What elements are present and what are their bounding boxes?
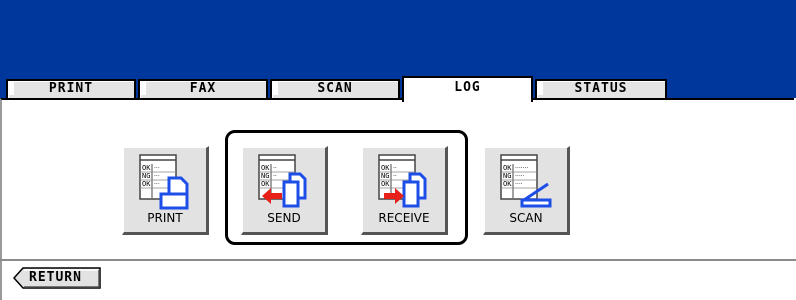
return-label: RETURN [29, 270, 82, 285]
send-log-label: SEND [267, 211, 301, 225]
svg-text:··: ·· [393, 173, 397, 180]
return-button[interactable]: RETURN [13, 267, 101, 289]
icon-ng-text: NG [381, 172, 389, 180]
tab-scan[interactable]: SCAN [270, 79, 400, 98]
icon-ok-text: OK [142, 164, 151, 172]
icon-ok-text: OK [142, 180, 151, 188]
tab-log[interactable]: LOG [402, 76, 533, 102]
icon-ok-text: OK [261, 164, 270, 172]
icon-ng-text: NG [142, 172, 150, 180]
svg-text:···: ··· [154, 165, 160, 172]
svg-text:···: ··· [154, 173, 160, 180]
receive-log-icon: OK NG OK ·· ·· [378, 154, 427, 208]
bottom-divider [0, 259, 796, 261]
send-log-icon: OK NG OK ·· ·· [258, 154, 307, 208]
tab-print[interactable]: PRINT [6, 79, 136, 98]
scan-log-button[interactable]: OK NG OK ······· ····· ···· SCAN [483, 146, 570, 235]
svg-text:···: ··· [154, 181, 160, 188]
send-log-button[interactable]: OK NG OK ·· ·· SEND [241, 146, 328, 235]
icon-ok-text: OK [261, 180, 270, 188]
svg-text:··: ·· [273, 173, 277, 180]
print-log-label: PRINT [147, 211, 183, 225]
print-log-icon: OK NG OK ··· ··· ··· [139, 154, 189, 210]
icon-ok-text: OK [503, 180, 512, 188]
svg-text:··: ·· [393, 165, 397, 172]
icon-ng-text: NG [261, 172, 269, 180]
tab-status[interactable]: STATUS [535, 79, 667, 98]
icon-ok-text: OK [381, 180, 390, 188]
scan-log-icon: OK NG OK ······· ····· ···· [500, 154, 552, 208]
svg-text:····: ···· [515, 181, 523, 188]
receive-log-label: RECEIVE [378, 211, 430, 225]
svg-text:·······: ······· [515, 165, 528, 172]
icon-ok-text: OK [381, 164, 390, 172]
icon-ng-text: NG [503, 172, 511, 180]
icon-ok-text: OK [503, 164, 512, 172]
tab-fax[interactable]: FAX [138, 79, 268, 98]
scan-log-label: SCAN [509, 211, 543, 225]
svg-text:··: ·· [273, 165, 277, 172]
receive-log-button[interactable]: OK NG OK ·· ·· RECEIVE [361, 146, 448, 235]
print-log-button[interactable]: OK NG OK ··· ··· ··· PRINT [122, 146, 209, 235]
log-screen: PRINT FAX SCAN LOG STATUS OK NG OK ··· ·… [0, 0, 796, 300]
svg-text:·····: ····· [515, 173, 525, 180]
